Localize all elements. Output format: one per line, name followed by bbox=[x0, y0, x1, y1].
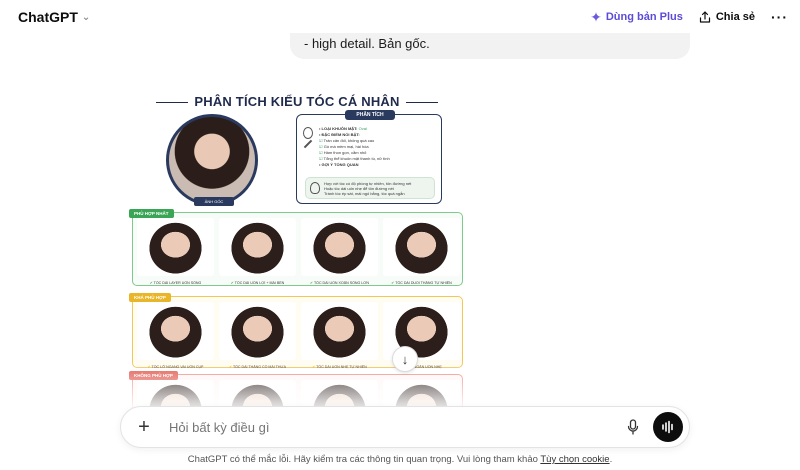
hairstyle-portrait: ✔ TÓC DÀI THẲNG CÓ MÁI THƯA bbox=[219, 302, 296, 369]
upgrade-label: Dùng bản Plus bbox=[605, 11, 683, 23]
hairstyle-portrait: ✔ TÓC DÀI UỐN LỢI + MÁI BÉN bbox=[219, 218, 296, 285]
title-divider-left bbox=[156, 101, 189, 104]
analysis-text: • LOẠI KHUÔN MẶT: Oval • ĐẶC ĐIỂM NỔI BẬ… bbox=[319, 126, 390, 167]
hairstyle-caption: TÓC DÀI DUỖI THẲNG TỰ NHIÊN bbox=[395, 281, 452, 285]
face-icon bbox=[303, 127, 313, 139]
share-button[interactable]: Chia sẻ bbox=[699, 11, 755, 23]
top-bar: ChatGPT ⌄ ✦ Dùng bản Plus Chia sẻ ··· bbox=[0, 0, 800, 34]
portrait-row: ✔ TÓC DÀI LAYER UỐN SÓNG ✔ TÓC DÀI UỐN L… bbox=[137, 218, 460, 285]
microphone-icon bbox=[627, 419, 639, 435]
analysis-panel: PHÂN TÍCH • LOẠI KHUÔN MẶT: Oval • ĐẶC Đ… bbox=[296, 110, 442, 204]
prompt-input[interactable] bbox=[169, 419, 623, 435]
model-selector[interactable]: ChatGPT ⌄ bbox=[18, 9, 90, 25]
hairstyle-caption: TÓC DÀI UỐN XOĂN SÓNG LƠN bbox=[313, 281, 369, 285]
hairstyle-portrait: ✔ TÓC LỠ NGANG VAI UỐN CỤP bbox=[137, 302, 214, 369]
image-title-row: PHÂN TÍCH KIỂU TÓC CÁ NHÂN bbox=[118, 94, 476, 109]
hairstyle-portrait: ✔ TÓC DÀI DUỖI THẲNG TỰ NHIÊN bbox=[383, 218, 460, 285]
user-message: - high detail. Bản gốc. bbox=[290, 33, 690, 59]
share-label: Chia sẻ bbox=[715, 11, 755, 23]
section-best-fit: PHÙ HỢP NHẤT ✔ TÓC DÀI LAYER UỐN SÓNG ✔ … bbox=[129, 209, 463, 286]
app-title: ChatGPT bbox=[18, 9, 78, 25]
feature-item: Gò má mềm mại, hài hòa bbox=[323, 144, 369, 149]
chevron-down-icon: ⌄ bbox=[81, 12, 91, 23]
upgrade-button[interactable]: ✦ Dùng bản Plus bbox=[590, 9, 683, 26]
original-label: ẢNH GỐC bbox=[194, 197, 234, 206]
hairstyle-portrait: ✔ TÓC DÀI UỐN NHẸ TỰ NHIÊN bbox=[301, 302, 378, 369]
hairstyle-portrait: ✔ TÓC DÀI UỐN XOĂN SÓNG LƠN bbox=[301, 218, 378, 285]
hairstyle-portrait: ✔ TÓC DÀI LAYER UỐN SÓNG bbox=[137, 218, 214, 285]
voice-mode-button[interactable] bbox=[653, 412, 683, 442]
original-portrait bbox=[166, 114, 258, 206]
arrow-down-icon: ↓ bbox=[401, 351, 409, 367]
share-icon bbox=[699, 11, 710, 23]
scroll-to-bottom-button[interactable]: ↓ bbox=[392, 346, 418, 372]
dictate-button[interactable] bbox=[623, 417, 643, 437]
header-actions: ✦ Dùng bản Plus Chia sẻ ··· bbox=[590, 9, 788, 26]
lightbulb-icon bbox=[310, 182, 320, 194]
disclaimer: ChatGPT có thể mắc lỗi. Hãy kiểm tra các… bbox=[0, 454, 800, 465]
feature-item: Tổng thể khuôn mặt thanh tú, nữ tính bbox=[323, 156, 390, 161]
pen-icon bbox=[303, 139, 313, 149]
sparkle-icon: ✦ bbox=[590, 8, 602, 25]
feature-item: Trán cân đối, không quá cao bbox=[323, 138, 375, 143]
section-tag: PHÙ HỢP NHẤT bbox=[129, 209, 174, 218]
face-shape-value: Oval bbox=[358, 126, 367, 131]
analysis-heading: PHÂN TÍCH bbox=[345, 110, 395, 120]
hairstyle-caption: TÓC DÀI UỐN LỢI + MÁI BÉN bbox=[234, 281, 285, 285]
overview-item: Tránh tóc ép sát, mái ngố bằng, tóc quá … bbox=[324, 191, 405, 196]
disclaimer-text: ChatGPT có thể mắc lỗi. Hãy kiểm tra các… bbox=[187, 454, 541, 465]
title-divider-right bbox=[405, 101, 438, 104]
hairstyle-caption: TÓC DÀI LAYER UỐN SÓNG bbox=[153, 281, 202, 285]
message-composer: + bbox=[120, 406, 690, 448]
overview-box: Hợp với tóc có độ phồng tự nhiên, tôn đư… bbox=[305, 177, 435, 199]
feature-item: Hàm thon gọn, cằm nhỏ bbox=[323, 150, 367, 155]
more-options-button[interactable]: ··· bbox=[771, 9, 788, 25]
attach-plus-button[interactable]: + bbox=[135, 417, 153, 437]
waveform-icon bbox=[662, 420, 673, 434]
cookie-preferences-link[interactable]: Tùy chọn cookie bbox=[540, 454, 609, 465]
disclaimer-end: . bbox=[609, 454, 613, 465]
section-tag: KHÁ PHÙ HỢP bbox=[129, 293, 171, 302]
image-title: PHÂN TÍCH KIỂU TÓC CÁ NHÂN bbox=[194, 94, 400, 109]
overview-label: • GỢI Ý TỔNG QUAN bbox=[319, 162, 359, 167]
face-shape-label: • LOẠI KHUÔN MẶT: bbox=[319, 126, 358, 131]
